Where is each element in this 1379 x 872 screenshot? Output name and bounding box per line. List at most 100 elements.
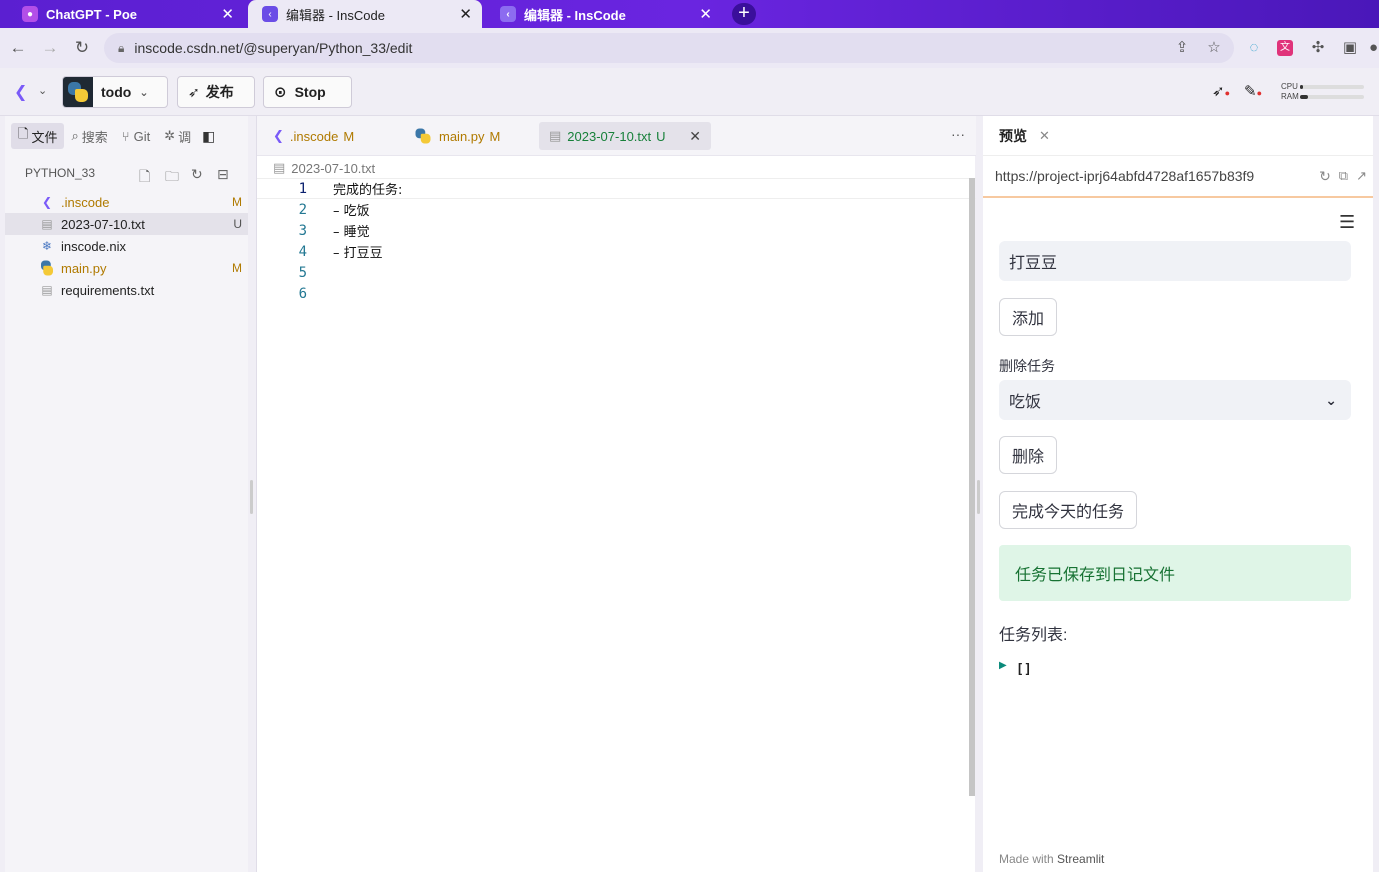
reload-icon[interactable]: ↻ [70,36,94,60]
stop-button[interactable]: ⊙ Stop [263,76,352,108]
project-selector[interactable]: todo ⌄ [62,76,168,108]
file-row[interactable]: ❮ .inscode M [5,191,248,213]
code-line[interactable]: 2 – 吃饭 [257,199,976,220]
poe-icon: ● [22,6,38,22]
code-line[interactable]: 4 – 打豆豆 [257,241,976,262]
file-row[interactable]: ▤ requirements.txt [5,279,248,301]
browser-tab-inscode-1[interactable]: ‹ 编辑器 - InsCode ✕ [248,0,482,28]
inscode-icon: ‹ [262,6,278,22]
code-editor: ❮ .inscode M main.py M ▤ 2023-07-10.txt … [256,116,976,872]
chevron-down-icon[interactable]: ⌄ [38,84,47,97]
chat-extension-icon[interactable]: ◌ [1244,38,1264,58]
new-folder-icon[interactable]: 🗀︎ [165,166,179,190]
open-external-icon[interactable]: ↗ [1356,168,1367,184]
editor-tab-main-py[interactable]: main.py M [403,122,510,150]
close-tab-icon[interactable]: ✕ [699,5,712,23]
file-icon: 🗋︎ [18,126,29,141]
browser-tab-inscode-2[interactable]: ‹ 编辑器 - InsCode ✕ [486,0,722,28]
sidepanel-icon[interactable]: ▣ [1340,38,1360,58]
new-file-icon[interactable]: 🗋︎ [139,166,150,190]
refresh-icon[interactable]: ↻ [191,166,203,183]
code-line[interactable]: 6 [257,283,976,304]
line-number: 1 [298,180,307,197]
share-icon[interactable]: ⇪ [1172,38,1192,58]
breadcrumb-file: 2023-07-10.txt [291,160,376,176]
tab-name: main.py [439,128,485,144]
add-button[interactable]: 添加 [999,298,1058,336]
tab-status: M [343,128,355,144]
bookmark-star-icon[interactable]: ☆ [1204,38,1224,58]
python-icon [413,126,433,146]
editor-tab-txt[interactable]: ▤ 2023-07-10.txt U ✕ [539,122,711,150]
file-name: main.py [61,260,107,276]
more-options-icon[interactable]: ··· [951,126,965,142]
line-text: – 睡觉 [333,225,370,240]
extensions-icon[interactable]: ✣ [1308,38,1328,58]
footer-prefix: Made with [999,852,1054,866]
file-status: M [232,195,242,209]
sidebar-tab-git[interactable]: ⑂ Git [115,123,157,149]
hamburger-menu-icon[interactable]: ☰ [1339,212,1355,233]
close-tab-icon[interactable]: ✕ [221,5,234,23]
preview-url[interactable]: https://project-iprj64abfd4728af1657b83f… [995,168,1311,184]
cpu-label: CPU [1281,82,1298,91]
rocket-icon: ➶ [188,83,200,100]
task-input[interactable]: 打豆豆 [999,241,1351,281]
delete-task-select[interactable]: 吃饭 ⌄ [999,380,1351,420]
reload-icon[interactable]: ↻ [1319,168,1331,185]
streamlit-link[interactable]: Streamlit [1057,852,1104,866]
file-row[interactable]: ❄ inscode.nix [5,235,248,257]
close-icon[interactable]: ✕ [689,128,701,145]
text-file-icon: ▤ [41,217,53,231]
url-field[interactable]: 🔒︎ inscode.csdn.net/@superyan/Python_33/… [104,33,1234,63]
publish-button[interactable]: ➶ 发布 [177,76,255,108]
search-icon: ⌕ [71,128,79,143]
profile-avatar[interactable]: ● [1368,38,1379,58]
copy-icon[interactable]: ⧉ [1339,168,1348,184]
new-tab-button[interactable]: + [732,3,756,25]
complete-today-button[interactable]: 完成今天的任务 [999,491,1138,529]
forward-icon[interactable]: → [38,36,62,60]
toggle-layout-icon[interactable]: ◧ [198,123,219,149]
inscode-icon: ❮ [41,195,53,209]
git-branch-icon: ⑂ [121,128,130,144]
code-line[interactable]: 1 完成的任务: [257,178,976,199]
nix-icon: ❄ [41,239,53,253]
file-status: U [233,217,242,231]
debug-icon[interactable]: ✎● [1244,82,1262,100]
close-tab-icon[interactable]: ✕ [459,5,472,23]
file-row[interactable]: main.py M [5,257,248,279]
preview-header: 预览 ✕ [983,116,1373,156]
cpu-meter [1300,85,1364,89]
expand-caret-icon[interactable]: ▶ [999,660,1007,671]
file-name: .inscode [61,194,110,210]
close-icon[interactable]: ✕ [1039,128,1050,144]
notification-rocket-icon[interactable]: ➶● [1212,82,1230,100]
sidebar-tab-files[interactable]: 🗋︎ 文件 [11,123,65,149]
text-file-icon: ▤ [41,283,53,297]
back-icon[interactable]: ← [6,36,30,60]
translate-extension-icon[interactable]: 文 [1277,40,1293,56]
code-line[interactable]: 5 [257,262,976,283]
collapse-all-icon[interactable]: ⊟ [217,166,229,183]
url-text: inscode.csdn.net/@superyan/Python_33/edi… [134,40,413,56]
file-name: 2023-07-10.txt [61,216,145,232]
address-bar-row: ← → ↻ 🔒︎ inscode.csdn.net/@superyan/Pyth… [0,28,1379,68]
task-list-json: [] [1016,662,1032,677]
file-row-selected[interactable]: ▤ 2023-07-10.txt U [5,213,248,235]
sidebar-tab-search[interactable]: ⌕ 搜索 [64,123,114,149]
inscode-logo-icon[interactable]: ❮ [14,82,27,102]
browser-tab-chatgpt[interactable]: ● ChatGPT - Poe ✕ [8,0,244,28]
tab-name: .inscode [289,128,339,144]
task-list-label: 任务列表: [999,627,1068,644]
editor-scrollbar[interactable] [969,178,975,796]
sidebar-tab-debug[interactable]: ✲ 调 [157,123,198,149]
delete-button[interactable]: 删除 [999,436,1058,474]
tab-status: M [489,128,501,144]
lock-icon: 🔒︎ [118,40,125,55]
code-line[interactable]: 3 – 睡觉 [257,220,976,241]
editor-tab-inscode[interactable]: ❮ .inscode M [263,122,364,150]
bug-icon: ✲ [164,128,176,143]
preview-resize-handle[interactable] [977,480,980,514]
sidebar-resize-handle[interactable] [250,480,253,514]
